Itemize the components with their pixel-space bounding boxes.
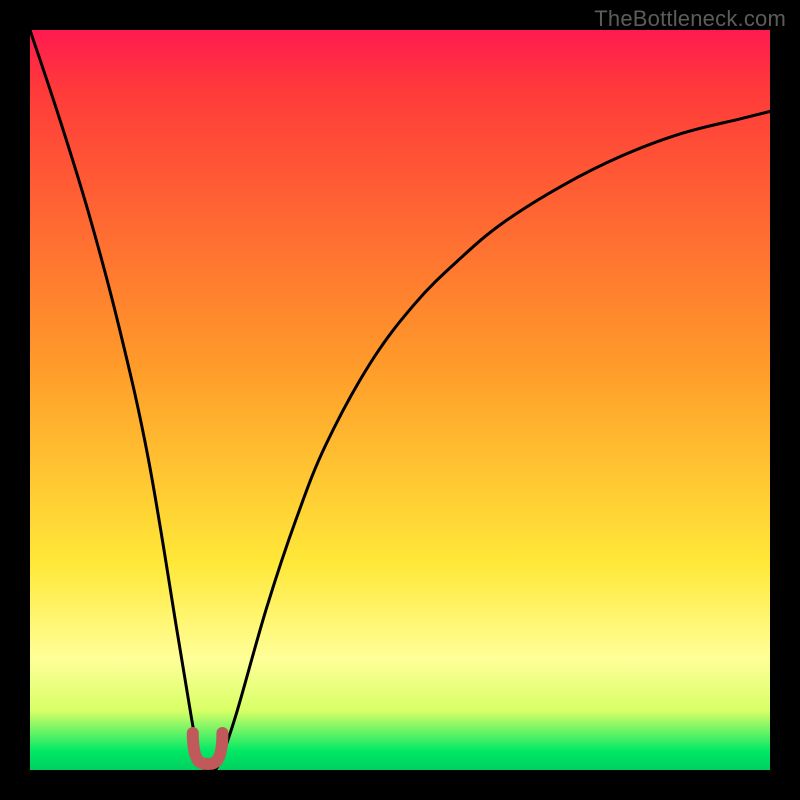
curves-layer: [30, 30, 770, 770]
chart-frame: TheBottleneck.com: [0, 0, 800, 800]
watermark-text: TheBottleneck.com: [594, 6, 786, 32]
curve-right: [208, 111, 770, 770]
curve-left: [30, 30, 208, 770]
optimal-marker: [193, 733, 223, 764]
plot-area: [30, 30, 770, 770]
